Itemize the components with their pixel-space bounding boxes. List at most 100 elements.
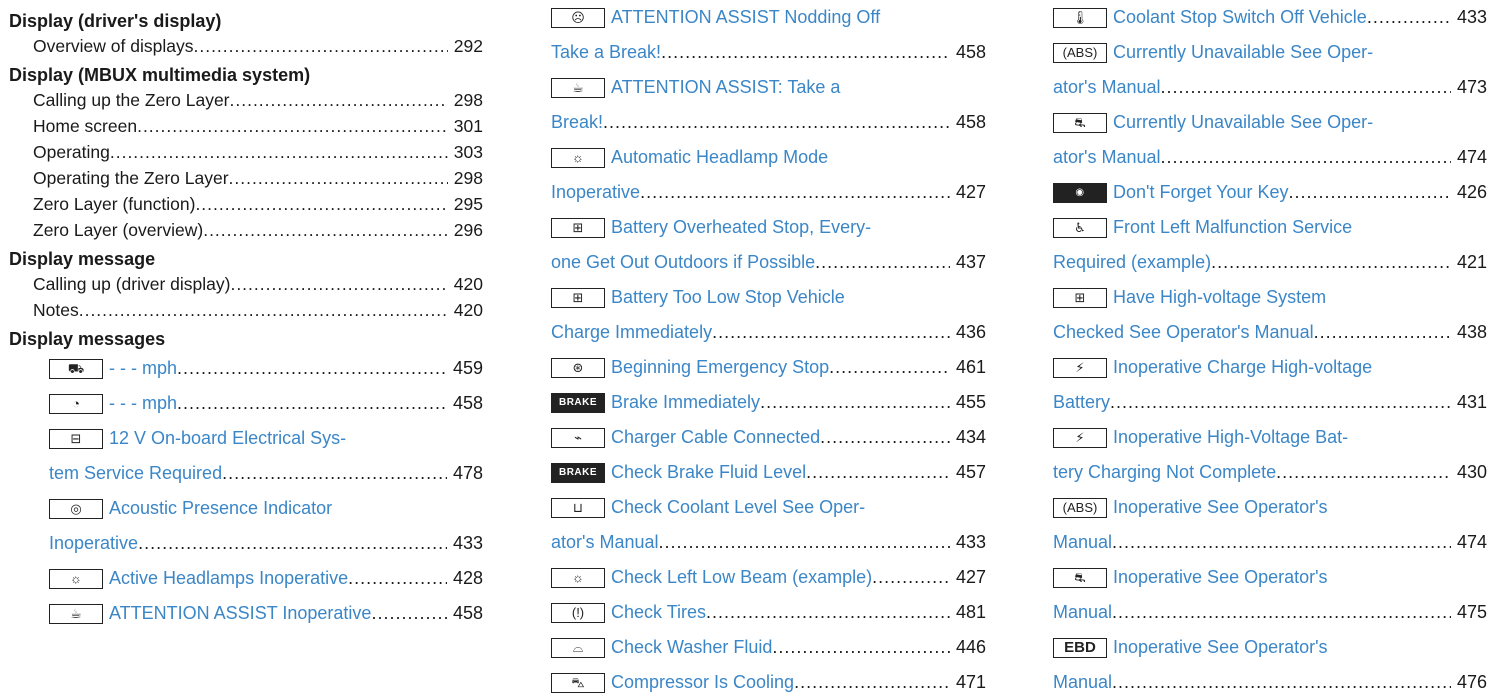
message-link[interactable]: Front Left Malfunction Service xyxy=(1113,210,1352,245)
display-message-entry[interactable]: ☼ Automatic Headlamp Mode xyxy=(551,140,986,175)
message-link[interactable]: Take a Break! xyxy=(551,35,661,70)
display-message-continuation[interactable]: Inoperative 427 xyxy=(551,175,986,210)
message-link[interactable]: Charger Cable Connected xyxy=(611,420,820,455)
message-link[interactable]: Check Brake Fluid Level xyxy=(611,455,806,490)
index-entry[interactable]: Overview of displays 292 xyxy=(9,33,483,59)
display-message-entry[interactable]: ◉ Don't Forget Your Key 426 xyxy=(1053,175,1487,210)
message-link[interactable]: Battery xyxy=(1053,385,1110,420)
message-link[interactable]: ATTENTION ASSIST: Take a xyxy=(611,70,840,105)
message-link[interactable]: Check Washer Fluid xyxy=(611,630,772,665)
display-message-entry[interactable]: BRAKE Brake Immediately 455 xyxy=(551,385,986,420)
display-message-entry[interactable]: ⌓ Check Washer Fluid 446 xyxy=(551,630,986,665)
message-link[interactable]: Checked See Operator's Manual xyxy=(1053,315,1314,350)
display-message-continuation[interactable]: Manual 476 xyxy=(1053,665,1487,700)
message-link[interactable]: Inoperative Charge High-voltage xyxy=(1113,350,1372,385)
message-link[interactable]: Battery Overheated Stop, Every- xyxy=(611,210,871,245)
display-message-entry[interactable]: ⛟ - - - mph 459 xyxy=(9,351,483,386)
display-message-entry[interactable]: (!) Check Tires 481 xyxy=(551,595,986,630)
message-link[interactable]: Inoperative xyxy=(551,175,640,210)
display-message-entry[interactable]: ⚡ Inoperative High-Voltage Bat- xyxy=(1053,420,1487,455)
display-message-entry[interactable]: ⊞ Battery Too Low Stop Vehicle xyxy=(551,280,986,315)
message-link[interactable]: Battery Too Low Stop Vehicle xyxy=(611,280,845,315)
message-link[interactable]: Currently Unavailable See Oper- xyxy=(1113,105,1373,140)
message-link[interactable]: ator's Manual xyxy=(1053,70,1161,105)
index-entry[interactable]: Operating the Zero Layer 298 xyxy=(9,165,483,191)
display-message-continuation[interactable]: one Get Out Outdoors if Possible 437 xyxy=(551,245,986,280)
message-link[interactable]: ator's Manual xyxy=(1053,140,1161,175)
display-message-continuation[interactable]: Battery 431 xyxy=(1053,385,1487,420)
display-message-entry[interactable]: ⊞ Have High-voltage System xyxy=(1053,280,1487,315)
display-message-continuation[interactable]: tem Service Required 478 xyxy=(9,456,483,491)
display-message-entry[interactable]: ☕ ATTENTION ASSIST: Take a xyxy=(551,70,986,105)
display-message-entry[interactable]: ⊛ Beginning Emergency Stop 461 xyxy=(551,350,986,385)
message-link[interactable]: - - - mph xyxy=(109,351,177,386)
message-link[interactable]: Break! xyxy=(551,105,603,140)
display-message-entry[interactable]: ⌁ Charger Cable Connected 434 xyxy=(551,420,986,455)
message-link[interactable]: Currently Unavailable See Oper- xyxy=(1113,35,1373,70)
message-link[interactable]: Check Tires xyxy=(611,595,706,630)
display-message-entry[interactable]: ☼ Check Left Low Beam (example) 427 xyxy=(551,560,986,595)
display-message-continuation[interactable]: Manual 474 xyxy=(1053,525,1487,560)
display-message-entry[interactable]: 🌡 Coolant Stop Switch Off Vehicle 433 xyxy=(1053,0,1487,35)
display-message-continuation[interactable]: ator's Manual 473 xyxy=(1053,70,1487,105)
index-entry[interactable]: Calling up (driver display) 420 xyxy=(9,271,483,297)
message-link[interactable]: Have High-voltage System xyxy=(1113,280,1326,315)
message-link[interactable]: Manual xyxy=(1053,595,1112,630)
display-message-entry[interactable]: ⛐ Inoperative See Operator's xyxy=(1053,560,1487,595)
display-message-entry[interactable]: ⚡ Inoperative Charge High-voltage xyxy=(1053,350,1487,385)
display-message-entry[interactable]: ☼ Active Headlamps Inoperative 428 xyxy=(9,561,483,596)
message-link[interactable]: Manual xyxy=(1053,665,1112,700)
display-message-entry[interactable]: ☹ ATTENTION ASSIST Nodding Off xyxy=(551,0,986,35)
display-message-entry[interactable]: (ABS) Inoperative See Operator's xyxy=(1053,490,1487,525)
display-message-entry[interactable]: ⛐ Currently Unavailable See Oper- xyxy=(1053,105,1487,140)
display-message-entry[interactable]: ⊞ Battery Overheated Stop, Every- xyxy=(551,210,986,245)
display-message-entry[interactable]: ◎ Acoustic Presence Indicator xyxy=(9,491,483,526)
message-link[interactable]: tery Charging Not Complete xyxy=(1053,455,1276,490)
message-link[interactable]: ATTENTION ASSIST Inoperative xyxy=(109,596,371,631)
display-message-continuation[interactable]: Break! 458 xyxy=(551,105,986,140)
message-link[interactable]: Beginning Emergency Stop xyxy=(611,350,829,385)
index-entry[interactable]: Zero Layer (function) 295 xyxy=(9,191,483,217)
display-message-continuation[interactable]: Inoperative 433 xyxy=(9,526,483,561)
display-message-entry[interactable]: ⊟ 12 V On-board Electrical Sys- xyxy=(9,421,483,456)
message-link[interactable]: - - - mph xyxy=(109,386,177,421)
message-link[interactable]: Charge Immediately xyxy=(551,315,712,350)
display-message-entry[interactable]: (ABS) Currently Unavailable See Oper- xyxy=(1053,35,1487,70)
display-message-continuation[interactable]: Take a Break! 458 xyxy=(551,35,986,70)
message-link[interactable]: Coolant Stop Switch Off Vehicle xyxy=(1113,0,1367,35)
index-entry[interactable]: Calling up the Zero Layer 298 xyxy=(9,87,483,113)
message-link[interactable]: Automatic Headlamp Mode xyxy=(611,140,828,175)
message-link[interactable]: Compressor Is Cooling xyxy=(611,665,794,700)
display-message-entry[interactable]: ♿ Front Left Malfunction Service xyxy=(1053,210,1487,245)
display-message-entry[interactable]: BRAKE Check Brake Fluid Level 457 xyxy=(551,455,986,490)
message-link[interactable]: Inoperative See Operator's xyxy=(1113,560,1328,595)
display-message-entry[interactable]: ⊔ Check Coolant Level See Oper- xyxy=(551,490,986,525)
display-message-entry[interactable]: ☕ ATTENTION ASSIST Inoperative 458 xyxy=(9,596,483,631)
message-link[interactable]: Inoperative See Operator's xyxy=(1113,630,1328,665)
message-link[interactable]: Check Left Low Beam (example) xyxy=(611,560,872,595)
message-link[interactable]: 12 V On-board Electrical Sys- xyxy=(109,421,346,456)
index-entry[interactable]: Operating 303 xyxy=(9,139,483,165)
message-link[interactable]: Don't Forget Your Key xyxy=(1113,175,1289,210)
display-message-entry[interactable]: EBD Inoperative See Operator's xyxy=(1053,630,1487,665)
message-link[interactable]: Acoustic Presence Indicator xyxy=(109,491,332,526)
display-message-continuation[interactable]: ator's Manual 433 xyxy=(551,525,986,560)
display-message-continuation[interactable]: Required (example) 421 xyxy=(1053,245,1487,280)
message-link[interactable]: ATTENTION ASSIST Nodding Off xyxy=(611,0,880,35)
message-link[interactable]: Required (example) xyxy=(1053,245,1211,280)
index-entry[interactable]: Home screen 301 xyxy=(9,113,483,139)
message-link[interactable]: Check Coolant Level See Oper- xyxy=(611,490,865,525)
message-link[interactable]: ator's Manual xyxy=(551,525,659,560)
message-link[interactable]: Manual xyxy=(1053,525,1112,560)
display-message-continuation[interactable]: tery Charging Not Complete 430 xyxy=(1053,455,1487,490)
message-link[interactable]: Inoperative High-Voltage Bat- xyxy=(1113,420,1348,455)
display-message-continuation[interactable]: Charge Immediately 436 xyxy=(551,315,986,350)
message-link[interactable]: Inoperative See Operator's xyxy=(1113,490,1328,525)
display-message-continuation[interactable]: Manual 475 xyxy=(1053,595,1487,630)
display-message-entry[interactable]: ⛍ Compressor Is Cooling 471 xyxy=(551,665,986,700)
message-link[interactable]: Inoperative xyxy=(49,526,138,561)
message-link[interactable]: one Get Out Outdoors if Possible xyxy=(551,245,815,280)
message-link[interactable]: tem Service Required xyxy=(49,456,222,491)
index-entry[interactable]: Zero Layer (overview) 296 xyxy=(9,217,483,243)
message-link[interactable]: Brake Immediately xyxy=(611,385,760,420)
